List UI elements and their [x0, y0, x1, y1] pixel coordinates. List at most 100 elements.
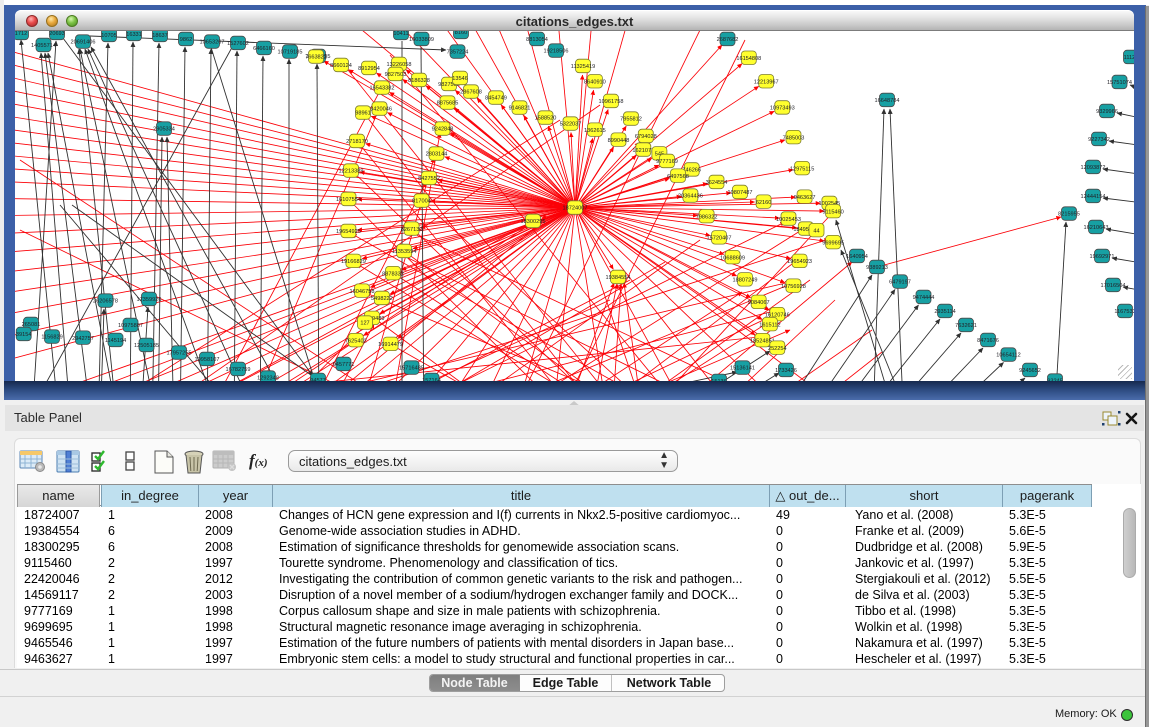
svg-text:8267130: 8267130 — [401, 227, 423, 233]
svg-text:11125: 11125 — [1124, 55, 1134, 61]
svg-text:7986322: 7986322 — [696, 214, 718, 220]
svg-text:10411: 10411 — [393, 31, 408, 37]
svg-text:2803144: 2803144 — [426, 152, 448, 158]
svg-text:6466160: 6466160 — [253, 46, 275, 52]
svg-text:8875685: 8875685 — [437, 101, 459, 107]
svg-text:20364436: 20364436 — [678, 194, 703, 200]
svg-text:16046758: 16046758 — [350, 289, 375, 295]
svg-text:39154: 39154 — [16, 332, 32, 338]
svg-text:16782759: 16782759 — [226, 367, 251, 373]
svg-text:16210643: 16210643 — [1084, 225, 1109, 231]
svg-text:19166829: 19166829 — [341, 259, 366, 265]
svg-text:9699695: 9699695 — [822, 240, 844, 246]
svg-text:7485003: 7485003 — [783, 135, 805, 141]
svg-text:62160: 62160 — [756, 200, 772, 206]
svg-text:8427552: 8427552 — [418, 176, 440, 182]
svg-text:16331: 16331 — [126, 32, 142, 38]
svg-text:10688609: 10688609 — [720, 255, 745, 261]
svg-text:9463627: 9463627 — [794, 195, 816, 201]
svg-text:1156829: 1156829 — [41, 335, 62, 341]
svg-text:2687682: 2687682 — [717, 37, 739, 43]
svg-text:18724007: 18724007 — [563, 206, 588, 212]
svg-text:15136: 15136 — [711, 379, 727, 381]
svg-text:16107554: 16107554 — [336, 197, 361, 203]
svg-text:9457771: 9457771 — [333, 362, 355, 368]
svg-text:252254: 252254 — [768, 346, 787, 352]
svg-text:15716485: 15716485 — [399, 366, 424, 372]
svg-text:10025453: 10025453 — [776, 217, 801, 223]
svg-text:19384554: 19384554 — [606, 275, 631, 281]
svg-text:6479197: 6479197 — [889, 280, 911, 286]
svg-text:16648784: 16648784 — [875, 98, 900, 104]
svg-text:10654112: 10654112 — [996, 353, 1020, 359]
svg-text:8215955: 8215955 — [1058, 212, 1080, 218]
svg-text:5322037: 5322037 — [560, 122, 582, 128]
svg-text:5498222: 5498222 — [371, 296, 393, 302]
svg-text:1527602: 1527602 — [227, 41, 249, 47]
svg-text:7357224: 7357224 — [447, 50, 469, 56]
svg-text:11353594: 11353594 — [392, 249, 416, 255]
svg-text:14055714: 14055714 — [31, 43, 56, 49]
svg-text:10807487: 10807487 — [728, 190, 753, 196]
svg-text:9777169: 9777169 — [656, 159, 678, 165]
svg-text:18637: 18637 — [152, 33, 168, 39]
svg-text:18300295: 18300295 — [521, 219, 546, 225]
svg-text:9146821: 9146821 — [509, 106, 531, 112]
svg-text:8660124: 8660124 — [330, 63, 352, 69]
svg-text:19692971: 19692971 — [1090, 254, 1115, 260]
svg-text:157164: 157164 — [422, 378, 441, 381]
svg-text:16914479: 16914479 — [378, 342, 403, 348]
svg-text:12444154: 12444154 — [1081, 194, 1106, 200]
svg-text:8912954: 8912954 — [358, 66, 380, 72]
svg-text:10756928: 10756928 — [781, 284, 806, 290]
svg-text:7663822: 7663822 — [305, 55, 327, 61]
svg-text:93245: 93245 — [1047, 379, 1063, 381]
svg-text:2718170: 2718170 — [346, 139, 368, 145]
svg-text:7955812: 7955812 — [620, 117, 642, 123]
svg-text:16154808: 16154808 — [736, 56, 761, 62]
svg-text:9245652: 9245652 — [1019, 368, 1041, 374]
svg-text:18807249: 18807249 — [733, 278, 758, 284]
svg-text:8640910: 8640910 — [584, 80, 606, 86]
svg-text:2905334: 2905334 — [153, 127, 175, 133]
svg-text:10973493: 10973493 — [770, 106, 795, 112]
svg-text:26206578: 26206578 — [93, 299, 118, 305]
svg-text:1712: 1712 — [15, 31, 27, 37]
svg-text:8160: 8160 — [455, 31, 467, 36]
svg-text:817004: 817004 — [412, 199, 431, 205]
svg-text:19654923: 19654923 — [787, 259, 812, 265]
svg-text:44: 44 — [813, 228, 819, 234]
svg-text:1615112: 1615112 — [759, 322, 780, 328]
svg-text:12975115: 12975115 — [790, 166, 814, 172]
svg-text:1621072: 1621072 — [632, 148, 654, 154]
svg-text:2867608: 2867608 — [460, 90, 482, 96]
svg-text:19218506: 19218506 — [544, 49, 569, 55]
svg-text:98961: 98961 — [355, 111, 371, 117]
svg-text:7625402: 7625402 — [345, 338, 367, 344]
svg-text:19654925: 19654925 — [336, 229, 361, 235]
svg-text:10719185: 10719185 — [278, 50, 303, 56]
svg-text:20691406: 20691406 — [71, 40, 96, 46]
svg-text:10961758: 10961758 — [599, 99, 624, 105]
svg-text:6497568: 6497568 — [667, 174, 689, 180]
svg-text:13546: 13546 — [452, 76, 468, 82]
svg-text:7632621: 7632621 — [955, 323, 977, 329]
svg-text:11325419: 11325419 — [571, 64, 595, 70]
svg-text:10653267: 10653267 — [200, 40, 225, 46]
svg-text:15136141: 15136141 — [730, 366, 755, 372]
svg-text:12505185: 12505185 — [134, 343, 159, 349]
svg-text:15720407: 15720407 — [707, 236, 732, 242]
svg-text:6794028: 6794028 — [635, 134, 657, 140]
svg-text:3624554: 3624554 — [706, 180, 728, 186]
svg-text:94577: 94577 — [310, 378, 326, 381]
svg-text:10975887: 10975887 — [118, 323, 143, 329]
svg-text:10958107: 10958107 — [195, 357, 220, 363]
svg-text:17359926: 17359926 — [137, 297, 162, 303]
svg-text:9862: 9862 — [180, 37, 192, 43]
svg-text:9827503: 9827503 — [385, 72, 407, 78]
svg-text:1362615: 1362615 — [584, 128, 606, 134]
svg-text:8813054: 8813054 — [526, 37, 548, 43]
svg-text:9115460: 9115460 — [822, 209, 843, 215]
svg-text:9329966: 9329966 — [1096, 109, 1118, 115]
svg-text:9242848: 9242848 — [432, 127, 454, 133]
